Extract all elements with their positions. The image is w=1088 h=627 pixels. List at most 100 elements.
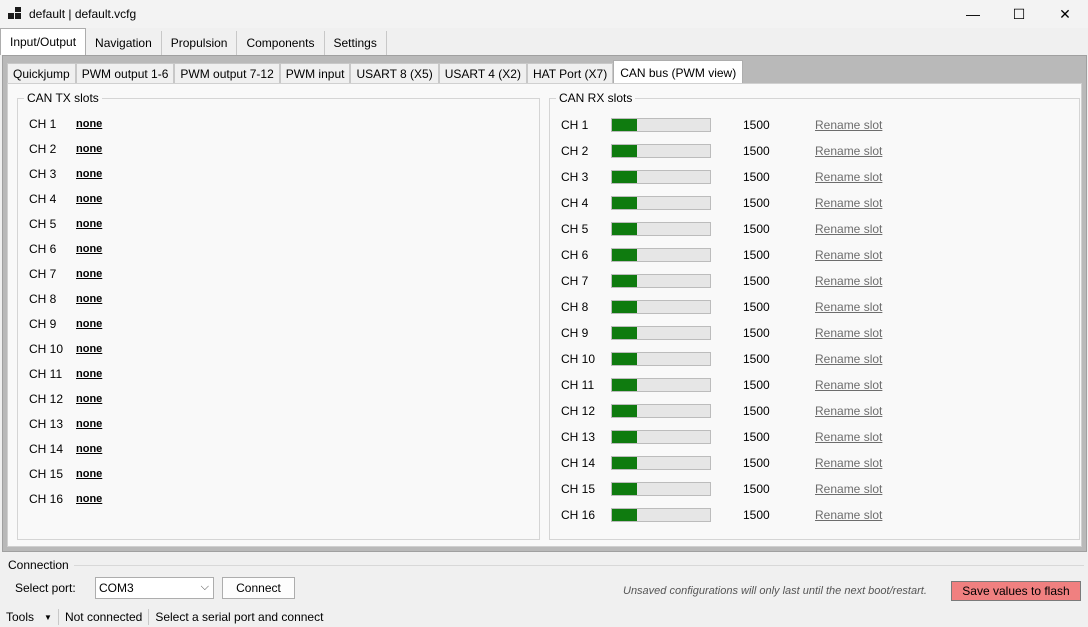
rx-progress-bar xyxy=(611,326,711,340)
rename-slot-link[interactable]: Rename slot xyxy=(815,170,882,184)
tab-components[interactable]: Components xyxy=(237,31,325,55)
tx-slot-row: CH 7 none xyxy=(29,266,102,282)
rx-progress-bar xyxy=(611,508,711,522)
tx-slot-channel: CH 1 xyxy=(29,117,57,131)
tx-slot-link[interactable]: none xyxy=(76,143,102,155)
rename-slot-link[interactable]: Rename slot xyxy=(815,248,882,262)
tab-navigation[interactable]: Navigation xyxy=(86,31,162,55)
rx-progress-bar xyxy=(611,118,711,132)
rx-slot-channel: CH 1 xyxy=(561,118,589,132)
rename-slot-link[interactable]: Rename slot xyxy=(815,222,882,236)
dropdown-arrow-icon: ▼ xyxy=(44,612,52,622)
rx-slot-channel: CH 7 xyxy=(561,274,589,288)
connection-status: Not connected xyxy=(59,609,150,625)
subtab-quickjump[interactable]: Quickjump xyxy=(7,63,76,84)
rx-progress-fill xyxy=(612,145,637,157)
tx-slot-channel: CH 10 xyxy=(29,342,64,356)
tx-slot-row: CH 2 none xyxy=(29,141,102,157)
tx-slot-link[interactable]: none xyxy=(76,418,102,430)
tab-settings[interactable]: Settings xyxy=(324,31,387,55)
rx-slot-channel: CH 11 xyxy=(561,378,595,392)
tx-slot-link[interactable]: none xyxy=(76,443,102,455)
tx-slot-row: CH 9 none xyxy=(29,316,102,332)
tx-slot-channel: CH 3 xyxy=(29,167,57,181)
subtab-pwm-output-7-12[interactable]: PWM output 7-12 xyxy=(174,63,280,84)
minimize-button[interactable]: — xyxy=(950,0,996,28)
tx-slot-channel: CH 4 xyxy=(29,192,57,206)
tx-slot-row: CH 13 none xyxy=(29,416,102,432)
subtab-usart-8[interactable]: USART 8 (X5) xyxy=(350,63,439,84)
rx-slot-row: CH 1 1500 Rename slot xyxy=(561,117,882,133)
rx-progress-bar xyxy=(611,378,711,392)
tools-label: Tools xyxy=(6,610,35,624)
rename-slot-link[interactable]: Rename slot xyxy=(815,378,882,392)
tx-slot-link[interactable]: none xyxy=(76,468,102,480)
rx-progress-bar xyxy=(611,248,711,262)
rename-slot-link[interactable]: Rename slot xyxy=(815,456,882,470)
rx-slot-value: 1500 xyxy=(743,508,770,522)
rx-slot-channel: CH 6 xyxy=(561,248,589,262)
subtab-pwm-output-1-6[interactable]: PWM output 1-6 xyxy=(75,63,175,84)
rx-slot-value: 1500 xyxy=(743,274,770,288)
tab-input-output[interactable]: Input/Output xyxy=(0,28,87,55)
tx-slot-link[interactable]: none xyxy=(76,193,102,205)
rx-progress-fill xyxy=(612,223,637,235)
tx-slot-channel: CH 11 xyxy=(29,367,63,381)
rx-progress-fill xyxy=(612,327,637,339)
save-to-flash-button[interactable]: Save values to flash xyxy=(951,581,1081,601)
subtab-can-bus[interactable]: CAN bus (PWM view) xyxy=(613,60,744,84)
rx-progress-fill xyxy=(612,249,637,261)
rename-slot-link[interactable]: Rename slot xyxy=(815,196,882,210)
tx-slot-channel: CH 13 xyxy=(29,417,64,431)
tab-propulsion[interactable]: Propulsion xyxy=(161,31,238,55)
rx-slot-value: 1500 xyxy=(743,430,770,444)
tx-slot-link[interactable]: none xyxy=(76,268,102,280)
rename-slot-link[interactable]: Rename slot xyxy=(815,404,882,418)
tx-slot-link[interactable]: none xyxy=(76,118,102,130)
rx-slot-row: CH 7 1500 Rename slot xyxy=(561,273,882,289)
subtab-hat-port[interactable]: HAT Port (X7) xyxy=(526,63,614,84)
rename-slot-link[interactable]: Rename slot xyxy=(815,118,882,132)
rx-progress-bar xyxy=(611,274,711,288)
tx-slot-link[interactable]: none xyxy=(76,168,102,180)
rx-progress-bar xyxy=(611,352,711,366)
rx-slot-row: CH 3 1500 Rename slot xyxy=(561,169,882,185)
rx-progress-bar xyxy=(611,482,711,496)
rename-slot-link[interactable]: Rename slot xyxy=(815,508,882,522)
subtab-usart-4[interactable]: USART 4 (X2) xyxy=(438,63,527,84)
tx-slot-link[interactable]: none xyxy=(76,393,102,405)
tx-slot-link[interactable]: none xyxy=(76,243,102,255)
rx-slot-row: CH 10 1500 Rename slot xyxy=(561,351,882,367)
rx-progress-fill xyxy=(612,353,637,365)
rx-slot-channel: CH 9 xyxy=(561,326,589,340)
rename-slot-link[interactable]: Rename slot xyxy=(815,326,882,340)
tx-slot-channel: CH 8 xyxy=(29,292,57,306)
tx-slot-link[interactable]: none xyxy=(76,293,102,305)
close-button[interactable]: ✕ xyxy=(1042,0,1088,28)
tx-slot-link[interactable]: none xyxy=(76,343,102,355)
rx-slot-value: 1500 xyxy=(743,352,770,366)
rx-progress-fill xyxy=(612,119,637,131)
rx-slot-channel: CH 5 xyxy=(561,222,589,236)
rename-slot-link[interactable]: Rename slot xyxy=(815,352,882,366)
tx-slot-row: CH 14 none xyxy=(29,441,102,457)
rename-slot-link[interactable]: Rename slot xyxy=(815,430,882,444)
tx-slot-link[interactable]: none xyxy=(76,218,102,230)
rx-progress-fill xyxy=(612,431,637,443)
tools-dropdown[interactable]: Tools ▼ xyxy=(0,609,59,625)
tx-slot-link[interactable]: none xyxy=(76,368,102,380)
connect-button[interactable]: Connect xyxy=(222,577,295,599)
rename-slot-link[interactable]: Rename slot xyxy=(815,300,882,314)
port-select[interactable]: COM3 ⌵ xyxy=(95,577,214,599)
rename-slot-link[interactable]: Rename slot xyxy=(815,482,882,496)
rename-slot-link[interactable]: Rename slot xyxy=(815,274,882,288)
tx-slot-link[interactable]: none xyxy=(76,318,102,330)
rename-slot-link[interactable]: Rename slot xyxy=(815,144,882,158)
subtab-pwm-input[interactable]: PWM input xyxy=(279,63,351,84)
rx-slot-value: 1500 xyxy=(743,300,770,314)
maximize-button[interactable]: ☐ xyxy=(996,0,1042,28)
tx-slot-channel: CH 9 xyxy=(29,317,57,331)
can-rx-title: CAN RX slots xyxy=(556,91,636,105)
rx-slot-row: CH 2 1500 Rename slot xyxy=(561,143,882,159)
tx-slot-link[interactable]: none xyxy=(76,493,102,505)
